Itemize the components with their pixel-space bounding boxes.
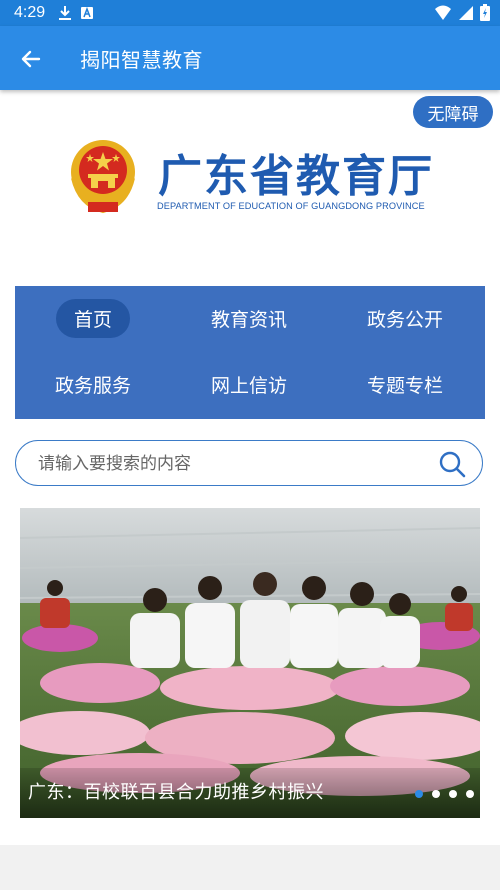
search-icon[interactable] [438,450,466,478]
nav-item-home[interactable]: 首页 [23,298,163,338]
search-input[interactable] [36,449,420,479]
news-carousel[interactable]: 广东：百校联百县合力助推乡村振兴 [20,508,480,818]
carousel-dot[interactable] [449,790,457,798]
logo-title-en: DEPARTMENT OF EDUCATION OF GUANGDONG PRO… [157,201,425,211]
app-bar: 揭阳智慧教育 [0,26,500,90]
banner-caption: 广东：百校联百县合力助推乡村振兴 [28,782,324,803]
nav-item-label: 政务公开 [366,308,443,331]
nav-item-government-services[interactable]: 政务服务 [23,364,163,404]
signal-icon [459,5,473,20]
carousel-dot[interactable] [432,790,440,798]
page-title: 揭阳智慧教育 [80,48,203,72]
status-time: 4:29 [14,4,46,21]
battery-icon [480,4,490,21]
accessibility-button[interactable]: 无障碍 [413,96,493,128]
arrow-left-icon [21,50,41,68]
back-button[interactable] [14,42,48,76]
nav-item-label: 教育资讯 [210,308,287,331]
department-logo: 广东省教育厅 DEPARTMENT OF EDUCATION OF GUANGD… [68,138,448,218]
content-divider [0,845,500,890]
nav-item-government-disclosure[interactable]: 政务公开 [335,298,475,338]
nav-item-label: 首页 [55,298,130,338]
nav-item-special-topics[interactable]: 专题专栏 [335,364,475,404]
logo-title-cn: 广东省教育厅 [158,151,434,202]
status-bar: 4:29 [0,0,500,26]
carousel-dot[interactable] [415,790,423,798]
wifi-icon [435,5,451,20]
nav-item-label: 网上信访 [210,374,287,397]
search-bar [15,440,483,486]
carousel-indicators [415,790,474,798]
nav-item-label: 专题专栏 [366,374,443,397]
national-emblem-icon [71,140,135,214]
nav-item-label: 政务服务 [54,374,131,397]
banner-caption-bar: 广东：百校联百县合力助推乡村振兴 [20,768,480,818]
nav-item-education-news[interactable]: 教育资讯 [179,298,319,338]
carousel-dot[interactable] [466,790,474,798]
main-nav: 首页 教育资讯 政务公开 政务服务 网上信访 专题专栏 [15,286,485,419]
download-icon [59,6,71,20]
nav-item-online-petition[interactable]: 网上信访 [179,364,319,404]
app-notification-icon [81,6,93,19]
